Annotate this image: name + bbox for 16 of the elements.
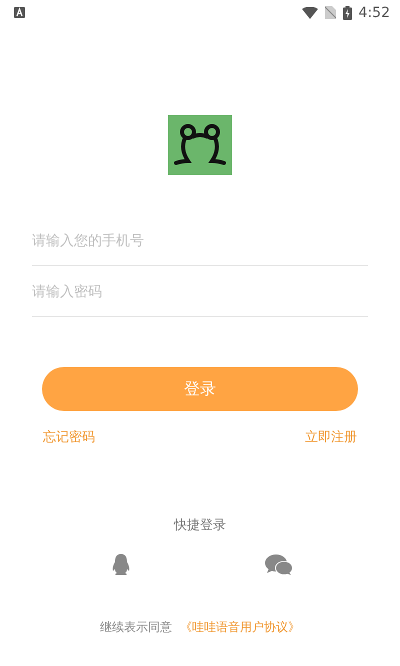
notification-icon — [14, 7, 25, 18]
wifi-icon — [302, 6, 318, 18]
login-button[interactable]: 登录 — [42, 367, 358, 411]
user-agreement-link[interactable]: 《哇哇语音用户协议》 — [180, 619, 300, 636]
clock-time: 4:52 — [358, 4, 390, 20]
phone-input-field[interactable]: 请输入您的手机号 — [32, 215, 368, 266]
quick-login-title: 快捷登录 — [174, 517, 226, 534]
agreement-text: 继续表示同意 — [100, 619, 172, 636]
chat-bubbles-icon[interactable] — [265, 554, 293, 576]
password-input-field[interactable]: 请输入密码 — [32, 266, 368, 317]
battery-icon — [342, 6, 352, 20]
forgot-password-link[interactable]: 忘记密码 — [43, 428, 95, 446]
register-link[interactable]: 立即注册 — [305, 428, 357, 446]
no-sim-icon — [324, 6, 336, 19]
penguin-icon[interactable] — [111, 554, 131, 576]
app-logo — [168, 115, 232, 175]
